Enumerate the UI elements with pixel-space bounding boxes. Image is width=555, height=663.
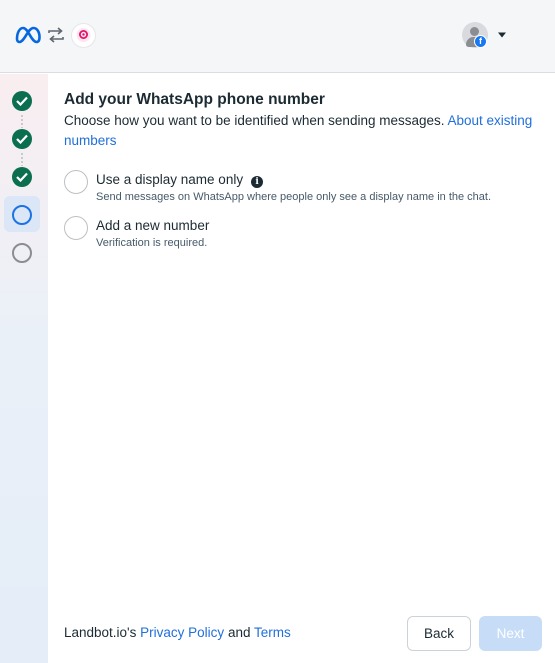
sync-arrows-icon (48, 27, 64, 43)
step-connector (21, 152, 23, 166)
top-bar: f (0, 0, 555, 73)
page-title: Add your WhatsApp phone number (64, 91, 325, 108)
step-5-pending-icon (12, 243, 32, 263)
step-3-complete-icon (12, 167, 32, 187)
and-text: and (227, 625, 251, 640)
privacy-policy-link[interactable]: Privacy Policy (140, 625, 224, 640)
step-2-complete-icon (12, 129, 32, 149)
back-button[interactable]: Back (407, 616, 471, 651)
option-description: Send messages on WhatsApp where people o… (96, 191, 492, 203)
company-name: Landbot.io's (64, 625, 137, 640)
info-icon[interactable]: i (251, 176, 264, 188)
landbot-logo-icon (71, 23, 96, 48)
main-content: Add your WhatsApp phone number Choose ho… (64, 90, 544, 151)
footer-legal-text: Landbot.io's Privacy Policy and Terms (64, 625, 291, 640)
new-number-radio[interactable] (64, 216, 88, 240)
progress-sidebar (0, 74, 48, 663)
next-button[interactable]: Next (479, 616, 542, 651)
subtitle-text: Choose how you want to be identified whe… (64, 113, 445, 128)
display-name-radio[interactable] (64, 170, 88, 194)
step-connector (21, 114, 23, 128)
option-label: Use a display name only i (96, 172, 264, 188)
step-4-current-icon (12, 205, 32, 225)
page-subtitle: Choose how you want to be identified whe… (64, 111, 544, 151)
terms-link[interactable]: Terms (254, 625, 291, 640)
meta-logo-icon (15, 26, 41, 44)
facebook-badge-icon: f (474, 35, 487, 48)
new-number-label: Add a new number (96, 218, 210, 233)
caret-down-icon[interactable] (497, 31, 507, 39)
step-1-complete-icon (12, 91, 32, 111)
display-name-label: Use a display name only (96, 172, 244, 187)
option-description: Verification is required. (96, 237, 208, 249)
